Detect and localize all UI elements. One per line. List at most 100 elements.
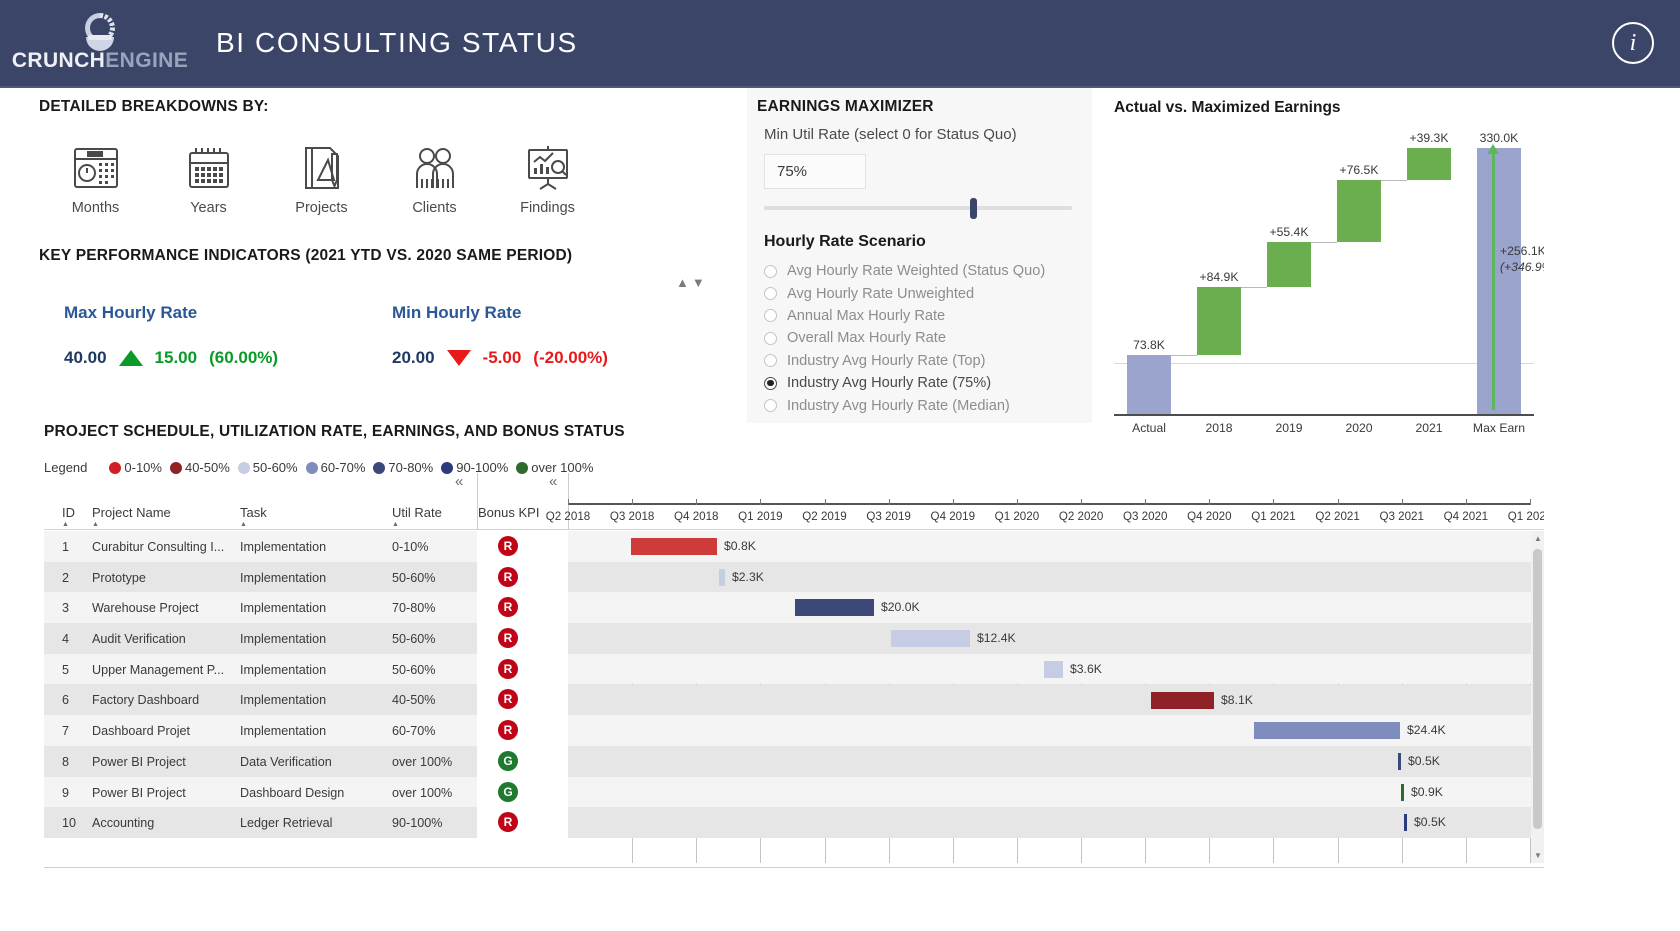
scenario-radio-4[interactable]: Industry Avg Hourly Rate (Top) (764, 350, 1045, 372)
kpi-heading: KEY PERFORMANCE INDICATORS (2021 YTD VS.… (39, 247, 573, 264)
scenario-radio-6[interactable]: Industry Avg Hourly Rate (Median) (764, 394, 1045, 416)
radio-button-icon[interactable] (764, 354, 777, 368)
gantt-bar[interactable] (1151, 691, 1214, 709)
gantt-row[interactable]: $2.3K (568, 561, 1544, 593)
gantt-row[interactable]: $8.1K (568, 684, 1544, 716)
column-header[interactable]: Task (240, 505, 267, 520)
gantt-row[interactable]: $20.0K (568, 592, 1544, 624)
legend-item-label: 0-10% (124, 460, 162, 475)
timeline-tick-label: Q2 2021 (1315, 510, 1360, 523)
legend-item[interactable]: 90-100% (441, 460, 508, 475)
gantt-row[interactable]: $3.6K (568, 653, 1544, 685)
breakdown-tile-months[interactable]: Months (39, 140, 152, 216)
column-sort-icon[interactable]: ▲ (92, 521, 99, 528)
collapse-columns-handle-2[interactable]: « (549, 473, 557, 490)
scenario-radio-5[interactable]: Industry Avg Hourly Rate (75%) (764, 372, 1045, 394)
radio-button-icon[interactable] (764, 376, 777, 390)
legend-item[interactable]: 0-10% (109, 460, 162, 475)
sort-descending-icon[interactable]: ▼ (692, 275, 705, 290)
cell-task: Implementation (240, 540, 327, 554)
gantt-row[interactable]: $24.4K (568, 715, 1544, 746)
waterfall-bar[interactable] (1337, 179, 1381, 242)
timeline-tick-label: Q2 2018 (545, 510, 591, 523)
breakdown-tile-years[interactable]: Years (152, 140, 265, 216)
radio-button-icon[interactable] (764, 287, 777, 301)
brand-logo[interactable]: CRUNCHENGINE (0, 0, 200, 87)
column-sort-icon[interactable]: ▲ (62, 521, 69, 528)
gantt-bar-amount-label: $12.4K (977, 631, 1016, 646)
gantt-row[interactable]: $0.5K (568, 807, 1544, 838)
breakdown-tile-findings[interactable]: Findings (491, 140, 604, 216)
scenario-radio-1[interactable]: Avg Hourly Rate Unweighted (764, 282, 1045, 304)
breakdown-tile-projects[interactable]: Projects (265, 140, 378, 216)
radio-button-icon[interactable] (764, 331, 777, 345)
bonus-kpi-badge[interactable]: R (498, 566, 518, 587)
radio-button-icon[interactable] (764, 399, 777, 413)
gantt-bar[interactable] (1404, 814, 1407, 832)
gantt-bar[interactable] (1044, 660, 1063, 678)
cell-project: Warehouse Project (92, 601, 199, 616)
scroll-up-arrow-icon[interactable]: ▲ (1534, 534, 1542, 543)
gear-icon (77, 13, 123, 53)
waterfall-bar[interactable] (1407, 148, 1451, 180)
timeline-tick-label: Q1 2021 (1251, 510, 1296, 523)
gantt-bar[interactable] (1401, 783, 1404, 801)
collapse-columns-handle-1[interactable]: « (455, 473, 463, 490)
bonus-kpi-badge[interactable]: G (498, 781, 518, 802)
calendar-year-icon (181, 140, 237, 194)
kpi-card-min-hourly-rate: Min Hourly Rate 20.00 -5.00 (-20.00%) (392, 303, 608, 368)
cell-project: Dashboard Projet (92, 724, 191, 739)
gantt-bar[interactable] (719, 568, 725, 586)
waterfall-bar[interactable] (1477, 148, 1521, 415)
kpi-value: 40.00 (64, 348, 107, 367)
cell-id: 1 (62, 540, 70, 554)
vertical-scrollbar[interactable]: ▲ ▼ (1531, 531, 1544, 863)
scroll-down-arrow-icon[interactable]: ▼ (1534, 851, 1542, 860)
waterfall-x-tick: 2020 (1345, 421, 1373, 435)
gantt-row[interactable]: $0.8K (568, 531, 1544, 562)
breakdown-tile-clients[interactable]: Clients (378, 140, 491, 216)
bonus-kpi-badge[interactable]: R (498, 720, 518, 741)
min-util-rate-slider[interactable] (764, 206, 1072, 210)
bonus-kpi-badge[interactable]: R (498, 628, 518, 649)
legend-item[interactable]: 70-80% (373, 460, 433, 475)
legend-color-dot (109, 461, 122, 474)
gantt-bar[interactable] (795, 599, 874, 617)
gantt-row[interactable]: $0.9K (568, 776, 1544, 808)
min-util-rate-input[interactable]: 75% (764, 154, 866, 189)
scenario-radio-2[interactable]: Annual Max Hourly Rate (764, 305, 1045, 327)
waterfall-bar[interactable] (1127, 355, 1171, 415)
cell-task: Implementation (240, 693, 327, 708)
column-header[interactable]: Util Rate (392, 505, 442, 520)
sort-ascending-icon[interactable]: ▲ (676, 275, 689, 290)
scrollbar-thumb[interactable] (1533, 549, 1542, 829)
column-header[interactable]: Project Name (92, 505, 171, 520)
bonus-kpi-badge[interactable]: R (498, 536, 518, 556)
legend-item[interactable]: 60-70% (305, 460, 365, 475)
column-separator[interactable] (477, 473, 478, 530)
column-sort-icon[interactable]: ▲ (240, 521, 247, 528)
gantt-bar[interactable] (1398, 752, 1401, 770)
gantt-bar[interactable] (1254, 722, 1400, 740)
gantt-bar[interactable] (891, 630, 970, 648)
radio-button-icon[interactable] (764, 264, 777, 278)
gantt-row[interactable]: $12.4K (568, 623, 1544, 654)
waterfall-bar[interactable] (1267, 241, 1311, 287)
slider-thumb[interactable] (970, 198, 977, 219)
waterfall-bar[interactable] (1197, 286, 1241, 356)
column-sort-icon[interactable]: ▲ (392, 521, 399, 528)
column-header[interactable]: ID (62, 505, 75, 520)
bonus-kpi-badge[interactable]: R (498, 658, 518, 679)
gantt-row[interactable]: $0.5K (568, 745, 1544, 777)
legend-item[interactable]: 40-50% (169, 460, 230, 475)
scenario-radio-0[interactable]: Avg Hourly Rate Weighted (Status Quo) (764, 260, 1045, 282)
kpi-sort-control[interactable]: ▲ ▼ (676, 275, 705, 290)
legend-label: Legend (44, 460, 88, 475)
column-header[interactable]: Bonus KPI (478, 505, 539, 520)
bonus-kpi-badge[interactable]: G (498, 750, 518, 771)
scenario-radio-3[interactable]: Overall Max Hourly Rate (764, 327, 1045, 349)
info-icon[interactable]: i (1612, 22, 1654, 64)
gantt-bar[interactable] (631, 538, 717, 555)
radio-button-icon[interactable] (764, 309, 777, 323)
legend-item[interactable]: 50-60% (237, 460, 298, 475)
